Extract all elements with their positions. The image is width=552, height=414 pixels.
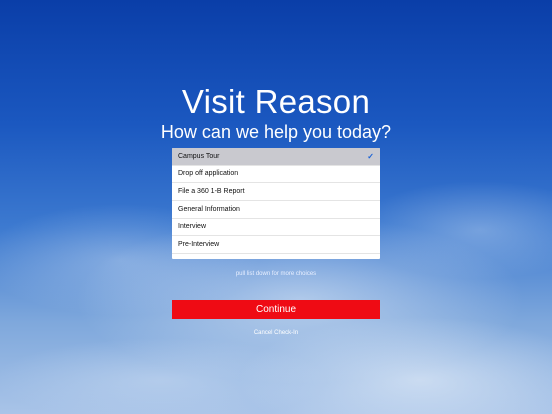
list-item-label: File a 360 1-B Report — [178, 187, 245, 195]
list-item-drop-off-application[interactable]: Drop off application — [172, 166, 380, 184]
list-item-campus-tour[interactable]: Campus Tour ✓ — [172, 148, 380, 166]
checkmark-icon: ✓ — [367, 151, 374, 161]
list-item-label: Pre-Interview — [178, 240, 220, 248]
list-item-interview[interactable]: Interview — [172, 219, 380, 237]
list-item-label: General Information — [178, 205, 240, 213]
list-item-label: Campus Tour — [178, 152, 220, 160]
list-item-label: Drop off application — [178, 170, 239, 178]
list-hint-text: pull list down for more choices — [235, 271, 317, 277]
list-item-pre-interview[interactable]: Pre-Interview — [172, 236, 380, 255]
page-subtitle: How can we help you today? — [160, 122, 392, 142]
visit-reason-list[interactable]: Campus Tour ✓ Drop off application File … — [172, 148, 380, 259]
list-item-label: Interview — [178, 223, 207, 231]
cancel-check-in-link[interactable]: Cancel Check-In — [0, 330, 552, 336]
page-title: Visit Reason — [181, 83, 371, 120]
continue-button[interactable]: Continue — [172, 300, 380, 319]
list-item-general-information[interactable]: General Information — [172, 201, 380, 219]
list-item-file-report[interactable]: File a 360 1-B Report — [172, 183, 380, 202]
